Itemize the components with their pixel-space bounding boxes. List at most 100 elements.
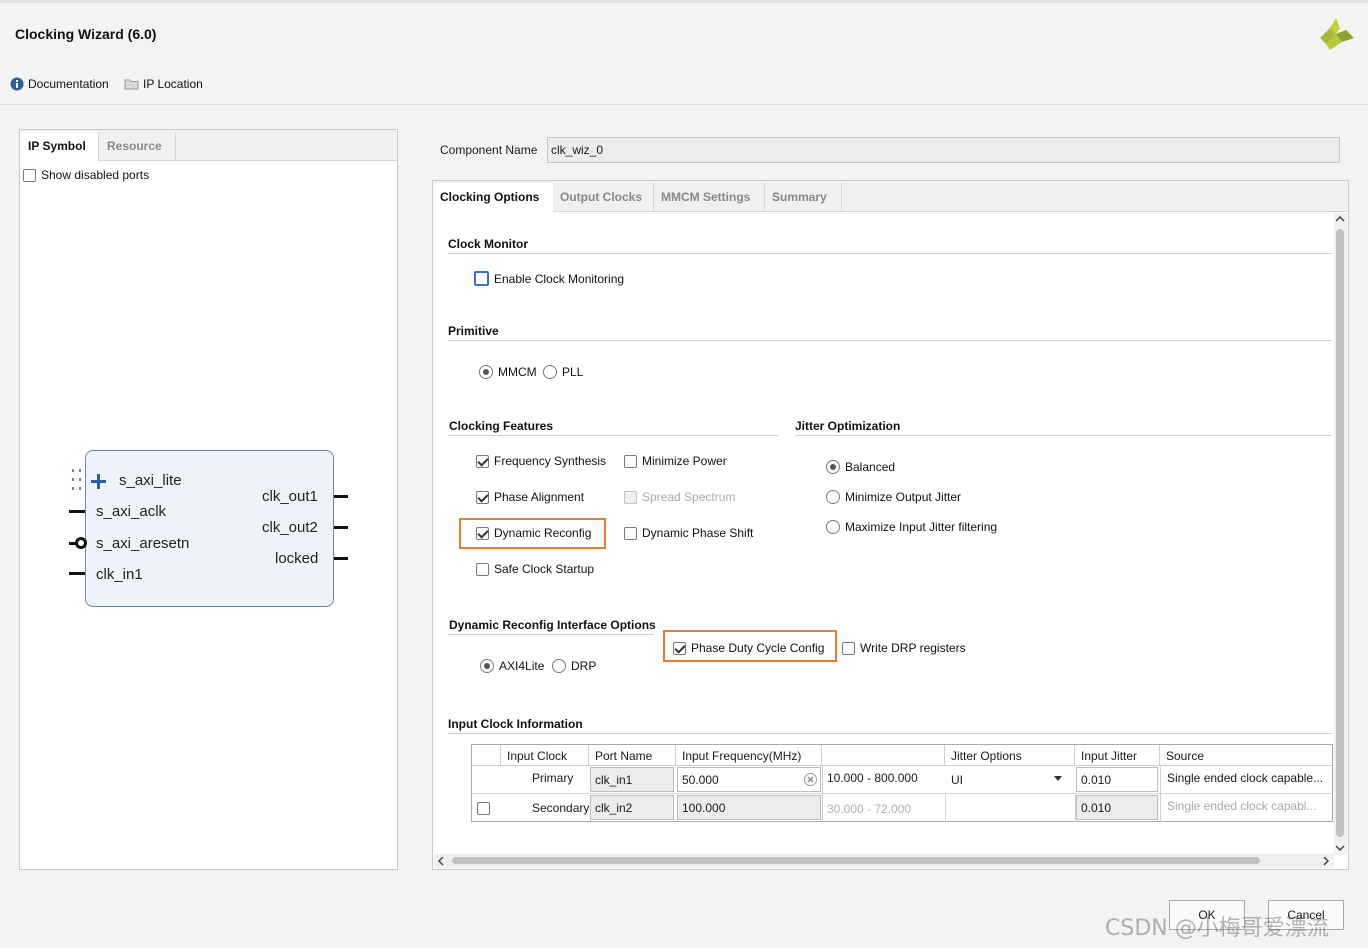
- port-s-axi-aclk: s_axi_aclk: [96, 503, 167, 520]
- window-title: Clocking Wizard (6.0): [15, 26, 157, 42]
- cell-input-frequency[interactable]: 50.000: [677, 767, 821, 792]
- dynamic-phase-shift-checkbox[interactable]: Dynamic Phase Shift: [624, 526, 753, 540]
- drp-label: DRP: [571, 659, 597, 673]
- clock-monitor-heading: Clock Monitor: [448, 237, 528, 251]
- table-header-range: [822, 745, 945, 766]
- jitter-optimization-rule: [795, 435, 1332, 436]
- cell-port-name[interactable]: clk_in1: [590, 767, 674, 792]
- tab-summary[interactable]: Summary: [765, 183, 842, 212]
- tab-clocking-options[interactable]: Clocking Options: [433, 183, 553, 212]
- checkbox-box[interactable]: [477, 802, 490, 816]
- mmcm-radio[interactable]: MMCM: [479, 365, 537, 379]
- table-header-input-frequency: Input Frequency(MHz): [676, 745, 822, 766]
- tab-output-clocks[interactable]: Output Clocks: [553, 183, 654, 212]
- documentation-label: Documentation: [28, 77, 109, 91]
- inverter-bubble-icon: [75, 537, 87, 549]
- bus-handle-icon[interactable]: [70, 468, 84, 494]
- clear-icon[interactable]: [804, 773, 817, 786]
- horizontal-scrollbar[interactable]: [434, 854, 1334, 868]
- checkbox-box[interactable]: [474, 271, 489, 286]
- ip-location-link[interactable]: IP Location: [124, 77, 203, 91]
- dynamic-reconfig-label: Dynamic Reconfig: [494, 526, 592, 540]
- checkbox-box[interactable]: [476, 526, 489, 540]
- checkbox-box[interactable]: [23, 168, 36, 182]
- pin-clk-out1: [334, 495, 348, 498]
- balanced-radio[interactable]: Balanced: [826, 460, 895, 474]
- cell-input-frequency: 100.000: [677, 795, 821, 820]
- radio-dot[interactable]: [479, 365, 493, 379]
- documentation-link[interactable]: Documentation: [10, 77, 109, 91]
- radio-dot[interactable]: [826, 460, 840, 474]
- spread-spectrum-checkbox: Spread Spectrum: [624, 490, 735, 504]
- port-clk-in1: clk_in1: [96, 566, 143, 583]
- frequency-synthesis-label: Frequency Synthesis: [494, 454, 607, 468]
- cell-input-jitter: 0.010: [1076, 795, 1158, 820]
- cell-source: Single ended clock capabl...: [1160, 794, 1332, 822]
- write-drp-registers-checkbox[interactable]: Write DRP registers: [842, 641, 966, 655]
- port-s-axi-aresetn: s_axi_aresetn: [96, 535, 190, 552]
- maximize-input-jitter-radio[interactable]: Maximize Input Jitter filtering: [826, 520, 997, 534]
- pll-label: PLL: [562, 365, 584, 379]
- pin-s-axi-aclk: [69, 510, 85, 513]
- clock-monitor-rule: [448, 253, 1332, 254]
- minimize-power-checkbox[interactable]: Minimize Power: [624, 454, 727, 468]
- cell-input-jitter[interactable]: 0.010: [1076, 767, 1158, 792]
- radio-dot[interactable]: [543, 365, 557, 379]
- input-clock-rule: [448, 733, 1332, 734]
- pll-radio[interactable]: PLL: [543, 365, 583, 379]
- frequency-synthesis-checkbox[interactable]: Frequency Synthesis: [476, 454, 606, 468]
- maximize-input-jitter-label: Maximize Input Jitter filtering: [845, 520, 998, 534]
- scroll-left-icon[interactable]: [438, 857, 444, 866]
- secondary-clock-checkbox[interactable]: [477, 801, 490, 816]
- vertical-scroll-thumb[interactable]: [1336, 229, 1344, 837]
- pin-locked: [334, 557, 348, 560]
- table-row: Primary clk_in1 50.000 10.000 - 800.000 …: [472, 766, 1332, 794]
- checkbox-box: [624, 490, 637, 504]
- expand-plus-icon[interactable]: [90, 473, 108, 491]
- checkbox-box[interactable]: [624, 454, 637, 468]
- safe-clock-startup-checkbox[interactable]: Safe Clock Startup: [476, 562, 594, 576]
- table-header-select: [472, 745, 501, 766]
- radio-dot[interactable]: [826, 490, 840, 504]
- tab-ip-symbol[interactable]: IP Symbol: [20, 132, 99, 161]
- radio-dot[interactable]: [480, 659, 494, 673]
- axi4lite-radio[interactable]: AXI4Lite: [480, 659, 544, 673]
- checkbox-box[interactable]: [842, 641, 855, 655]
- chevron-down-icon[interactable]: [1054, 776, 1063, 782]
- cell-source[interactable]: Single ended clock capable...: [1160, 766, 1332, 794]
- show-disabled-ports-label: Show disabled ports: [41, 168, 150, 182]
- drp-radio[interactable]: DRP: [552, 659, 596, 673]
- cell-jitter-options: [945, 794, 1076, 822]
- checkbox-box[interactable]: [476, 454, 489, 468]
- tab-mmcm-settings[interactable]: MMCM Settings: [654, 183, 765, 212]
- radio-dot[interactable]: [552, 659, 566, 673]
- component-name-label: Component Name: [440, 143, 538, 157]
- radio-dot[interactable]: [826, 520, 840, 534]
- dynamic-reconfig-checkbox[interactable]: Dynamic Reconfig: [476, 526, 591, 540]
- vertical-scrollbar[interactable]: [1334, 213, 1347, 855]
- checkbox-box[interactable]: [624, 526, 637, 540]
- minimize-output-jitter-radio[interactable]: Minimize Output Jitter: [826, 490, 961, 504]
- cell-range: 10.000 - 800.000: [822, 766, 945, 794]
- checkbox-box[interactable]: [476, 490, 489, 504]
- table-header-input-jitter: Input Jitter: [1075, 745, 1160, 766]
- component-name-input[interactable]: clk_wiz_0: [547, 137, 1340, 163]
- checkbox-box[interactable]: [673, 641, 686, 655]
- scroll-down-icon[interactable]: [1336, 845, 1345, 851]
- top-border: [0, 0, 1368, 3]
- scroll-right-icon[interactable]: [1323, 857, 1329, 866]
- phase-duty-cycle-config-checkbox[interactable]: Phase Duty Cycle Config: [673, 641, 824, 655]
- show-disabled-ports-checkbox[interactable]: Show disabled ports: [23, 168, 149, 182]
- enable-clock-monitoring-checkbox[interactable]: Enable Clock Monitoring: [474, 271, 624, 286]
- port-clk-out2: clk_out2: [262, 519, 318, 536]
- scroll-up-icon[interactable]: [1336, 216, 1345, 222]
- write-drp-registers-label: Write DRP registers: [860, 641, 966, 655]
- enable-clock-monitoring-label: Enable Clock Monitoring: [494, 271, 625, 286]
- phase-alignment-checkbox[interactable]: Phase Alignment: [476, 490, 584, 504]
- table-header-jitter-options: Jitter Options: [945, 745, 1075, 766]
- tab-resource[interactable]: Resource: [99, 132, 176, 161]
- port-s-axi-lite: s_axi_lite: [119, 472, 182, 489]
- primitive-rule: [448, 340, 1332, 341]
- horizontal-scroll-thumb[interactable]: [452, 857, 1260, 864]
- checkbox-box[interactable]: [476, 562, 489, 576]
